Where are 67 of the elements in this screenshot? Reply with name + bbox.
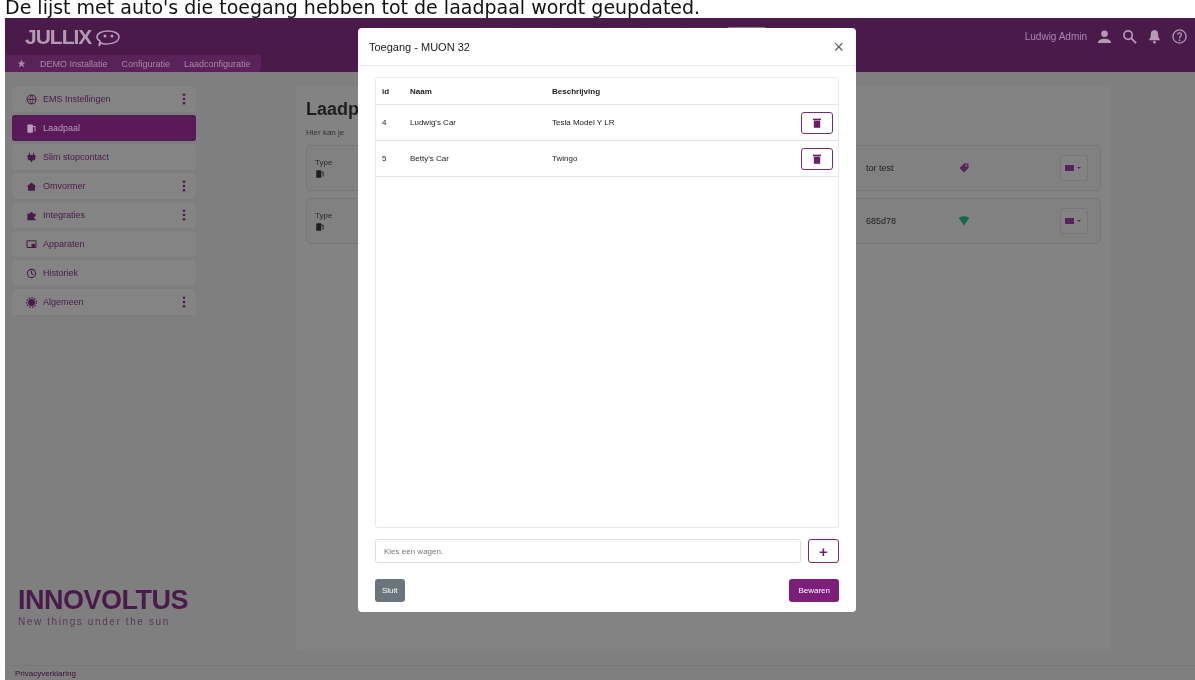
star-icon bbox=[17, 59, 26, 68]
privacy-link[interactable]: Privacyverklaring bbox=[15, 668, 76, 678]
charger-name: tor test bbox=[866, 163, 895, 173]
dialog-title: Toegang - MUON 32 bbox=[369, 40, 470, 53]
charger-icon bbox=[26, 122, 37, 134]
tag-icon bbox=[958, 162, 970, 174]
kebab-menu-icon[interactable] bbox=[182, 180, 186, 192]
delete-button[interactable] bbox=[801, 147, 833, 170]
bell-icon[interactable] bbox=[1147, 29, 1162, 44]
table-cell-text: 5 bbox=[382, 154, 388, 163]
gear-icon bbox=[26, 296, 37, 308]
history-icon bbox=[26, 267, 37, 279]
puzzle-icon bbox=[26, 209, 37, 221]
table-cell-text: 4 bbox=[382, 118, 388, 127]
table-cell-text: Betty's Car bbox=[410, 154, 450, 163]
user-icon[interactable] bbox=[1097, 29, 1112, 44]
close-button[interactable]: × bbox=[831, 37, 846, 56]
sidebar-item[interactable]: Omvormer bbox=[12, 173, 196, 199]
sidebar-item[interactable]: Apparaten bbox=[12, 231, 196, 257]
delete-button[interactable] bbox=[801, 111, 833, 134]
list-caret-icon bbox=[1065, 217, 1083, 225]
car-select-field[interactable]: Kies een wagen. bbox=[375, 539, 801, 563]
logo-text: JULLIX bbox=[25, 24, 92, 49]
user-name[interactable]: Ludwig Admin bbox=[1024, 31, 1087, 42]
column-header: Beschrijving bbox=[552, 86, 601, 96]
column-header: Naam bbox=[410, 86, 433, 96]
charger-icon bbox=[315, 168, 325, 179]
column-header: id bbox=[382, 86, 391, 96]
table-cell-text: Ludwig's Car bbox=[410, 118, 457, 127]
close-dialog-button[interactable]: Sluit bbox=[375, 579, 405, 602]
charger-icon bbox=[315, 221, 325, 232]
brand-tagline: New things under the sun bbox=[18, 616, 171, 627]
caption-text: De lijst met auto's die toegang hebben tot de laadpaal wordt geupdated. bbox=[4, 0, 702, 18]
help-icon[interactable] bbox=[1172, 29, 1187, 44]
breadcrumb-link[interactable]: Laadconfiguratie bbox=[184, 58, 251, 69]
trash-icon bbox=[813, 153, 821, 164]
field-label: Type bbox=[315, 157, 333, 167]
house-icon bbox=[26, 180, 37, 192]
save-button[interactable]: Bewaren bbox=[789, 579, 839, 602]
brand-name: INNOVOLTUS bbox=[18, 585, 189, 616]
sidebar-item[interactable]: Laadpaal bbox=[12, 115, 196, 141]
devices-icon bbox=[26, 238, 37, 250]
sidebar-item[interactable]: EMS Instellingen bbox=[12, 86, 196, 112]
search-icon[interactable] bbox=[1122, 29, 1137, 44]
sidebar-item[interactable]: Slim stopcontact bbox=[12, 144, 196, 170]
menu-button[interactable] bbox=[1060, 155, 1088, 181]
globe-icon bbox=[26, 93, 37, 105]
kebab-menu-icon[interactable] bbox=[182, 209, 186, 221]
page-title: Laadp bbox=[306, 99, 360, 120]
trash-icon bbox=[813, 117, 821, 128]
table-cell-text: Twingo bbox=[552, 154, 579, 163]
sidebar-item[interactable]: Historiek bbox=[12, 260, 196, 286]
charger-name: 685d78 bbox=[866, 216, 898, 226]
breadcrumb-link[interactable]: DEMO Installatie bbox=[40, 58, 108, 69]
breadcrumb-link[interactable]: Configuratie bbox=[121, 58, 171, 69]
field-label: Type bbox=[315, 210, 333, 220]
plug-icon bbox=[26, 151, 37, 163]
kebab-menu-icon[interactable] bbox=[182, 296, 186, 308]
wifi-icon bbox=[958, 215, 970, 227]
table-cell-text: Tesla Model Y LR bbox=[552, 118, 616, 127]
menu-button[interactable] bbox=[1060, 208, 1088, 234]
page-subtitle: Hier kan je bbox=[306, 128, 346, 137]
sidebar-item[interactable]: Integraties bbox=[12, 202, 196, 228]
add-button[interactable]: + bbox=[808, 539, 839, 563]
list-caret-icon bbox=[1065, 164, 1083, 172]
sidebar-item[interactable]: Algemeen bbox=[12, 289, 196, 315]
kebab-menu-icon[interactable] bbox=[182, 93, 186, 105]
